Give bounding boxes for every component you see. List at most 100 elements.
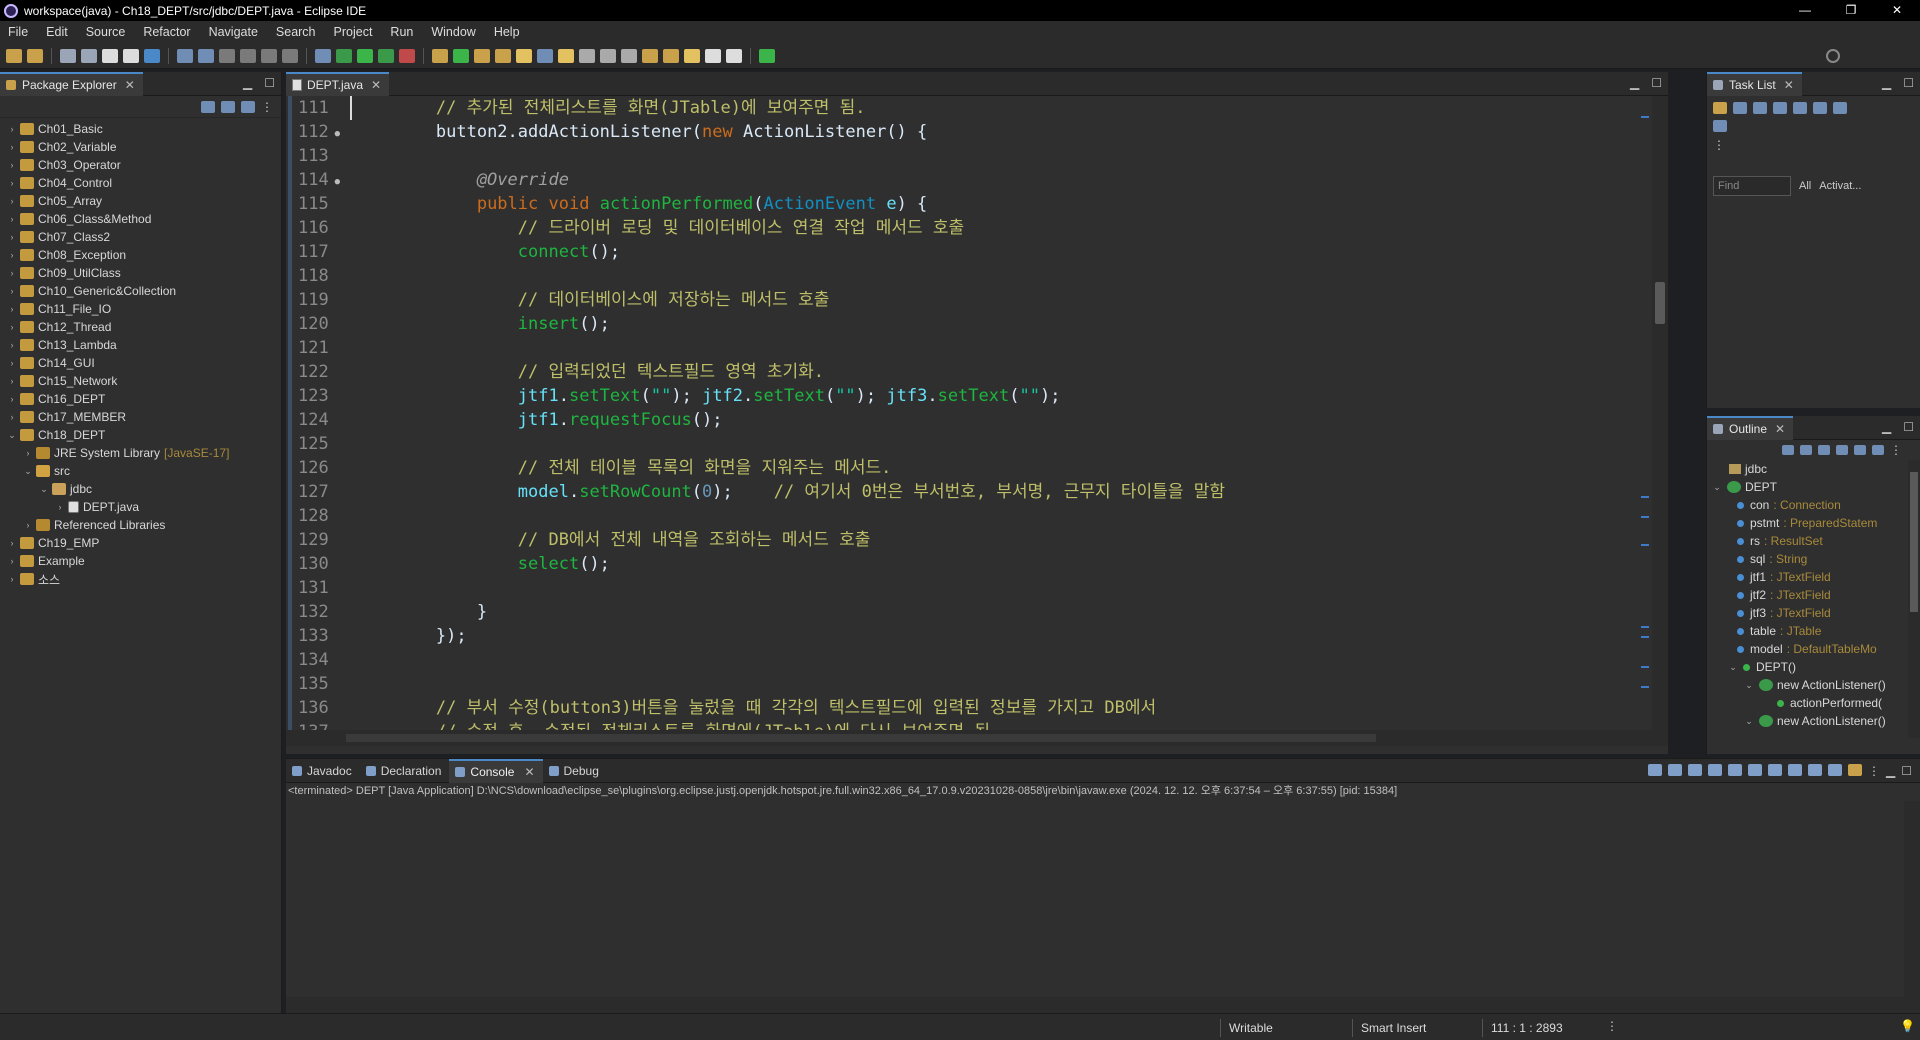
close-button[interactable]: ✕ [1874,0,1920,21]
outline-item[interactable]: table: JTable [1707,622,1920,640]
expand-icon[interactable]: › [6,412,18,422]
menu-file[interactable]: File [0,25,38,39]
console-vertical-scrollbar[interactable] [1904,801,1920,997]
save-all-icon[interactable] [81,48,97,63]
expand-icon[interactable]: › [22,448,34,458]
collapse-icon[interactable]: ⌄ [1711,482,1723,493]
tab-outline[interactable]: Outline ✕ [1707,415,1794,440]
fold-icon[interactable]: ● [335,122,340,146]
collapse-all-icon[interactable] [1833,102,1847,114]
close-icon[interactable]: ✕ [1784,78,1794,92]
block-select-icon[interactable] [600,48,616,63]
outline-item[interactable]: con: Connection [1707,496,1920,514]
new-java-project-icon[interactable] [432,48,448,63]
remove-launch-icon[interactable] [1668,764,1682,776]
collapse-icon[interactable]: ⌄ [1743,680,1755,691]
expand-icon[interactable]: › [22,520,34,530]
categorized-icon[interactable] [1733,102,1747,114]
show-whitespace-icon[interactable] [621,48,637,63]
expand-icon[interactable]: › [6,358,18,368]
code-editor[interactable]: 111 112 ● 113 114 ● 115 116 117 118 119 12… [286,96,1668,730]
tab-task-list[interactable]: Task List ✕ [1707,71,1802,96]
hide-static-icon[interactable] [1836,445,1848,455]
outline-item[interactable]: pstmt: PreparedStatem [1707,514,1920,532]
ruler-marker[interactable] [1641,636,1649,638]
expand-icon[interactable]: › [6,178,18,188]
tree-item[interactable]: › Ch16_DEPT [0,390,281,408]
expand-icon[interactable]: › [6,268,18,278]
hide-fields-icon[interactable] [1818,445,1830,455]
expand-icon[interactable]: › [6,538,18,548]
scrollbar-thumb[interactable] [1655,282,1665,324]
tree-item[interactable]: › JRE System Library [JavaSE-17] [0,444,281,462]
clear-console-icon[interactable] [1708,764,1722,776]
collapse-all-icon[interactable] [201,100,215,113]
collapse-icon[interactable]: ⌄ [1727,662,1739,673]
toggle-mark-icon[interactable] [537,48,553,63]
outline-item[interactable]: ⌄ new ActionListener() [1707,676,1920,694]
forward-icon[interactable] [726,48,742,63]
expand-icon[interactable]: › [6,376,18,386]
tab-dept-java[interactable]: DEPT.java ✕ [286,71,390,96]
open-icon[interactable] [27,48,43,63]
hide-completed-icon[interactable] [1793,102,1807,114]
outline-item[interactable]: model: DefaultTableMo [1707,640,1920,658]
new-task-icon[interactable] [1713,102,1727,114]
expand-icon[interactable]: › [6,394,18,404]
show-on-error-icon[interactable] [1788,764,1802,776]
external-tools-icon[interactable] [399,48,415,63]
console-horizontal-scrollbar[interactable] [286,997,1920,1013]
outline-vertical-scrollbar[interactable] [1908,460,1920,738]
ruler-marker[interactable] [1641,516,1649,518]
tree-item[interactable]: › Ch10_Generic&Collection [0,282,281,300]
open-console-icon[interactable] [1848,764,1862,776]
undo-icon[interactable] [102,48,118,63]
overview-ruler[interactable] [1640,96,1650,730]
ruler-marker[interactable] [1641,116,1649,118]
tree-item[interactable]: › Ch06_Class&Method [0,210,281,228]
scheduled-icon[interactable] [1753,102,1767,114]
tree-item[interactable]: ⌄ jdbc [0,480,281,498]
tree-item[interactable]: › Ch11_File_IO [0,300,281,318]
expand-icon[interactable]: › [6,286,18,296]
coverage-icon[interactable] [378,48,394,63]
outline-item[interactable]: ⌄ DEPT [1707,478,1920,496]
expand-icon[interactable]: › [6,556,18,566]
scroll-lock-icon[interactable] [1728,764,1742,776]
step-return-icon[interactable] [282,48,298,63]
outline-item[interactable]: ⌄ DEPT() [1707,658,1920,676]
tree-item[interactable]: › Ch14_GUI [0,354,281,372]
expand-icon[interactable]: › [6,160,18,170]
editor-horizontal-scrollbar[interactable] [286,730,1668,746]
tree-item[interactable]: › DEPT.java [0,498,281,516]
activate-link[interactable]: Activat... [1819,180,1861,192]
expand-icon[interactable]: › [6,196,18,206]
open-type-icon[interactable] [474,48,490,63]
perspective-icon[interactable] [759,48,775,63]
redo-icon[interactable] [123,48,139,63]
view-menu-icon[interactable]: ⋮ [1868,764,1880,778]
remove-all-icon[interactable] [1688,764,1702,776]
run-icon[interactable] [357,48,373,63]
tab-console[interactable]: Console ✕ [449,758,543,783]
restore-button[interactable]: ❐ [1828,0,1874,21]
view-menu-icon[interactable]: ⋮ [1713,138,1920,152]
tab-javadoc[interactable]: Javadoc [286,759,360,783]
expand-icon[interactable]: › [6,250,18,260]
find-input[interactable]: Find [1713,176,1791,196]
hide-nonpublic-icon[interactable] [1854,445,1866,455]
new-class-icon[interactable] [453,48,469,63]
previous-annotation-icon[interactable] [663,48,679,63]
expand-icon[interactable]: › [6,304,18,314]
search-icon[interactable] [1826,48,1840,63]
maximize-view-icon[interactable]: ☐ [1651,76,1662,90]
tree-item[interactable]: › Referenced Libraries [0,516,281,534]
tree-item[interactable]: › Ch15_Network [0,372,281,390]
terminate-icon[interactable] [1648,764,1662,776]
maximize-view-icon[interactable]: ☐ [1903,420,1914,434]
focus-icon[interactable] [1813,102,1827,114]
tree-item[interactable]: › Ch04_Control [0,174,281,192]
collapse-icon[interactable]: ⌄ [22,466,34,477]
pin-console-icon[interactable] [1808,764,1822,776]
maximize-view-icon[interactable]: ☐ [1903,76,1914,90]
